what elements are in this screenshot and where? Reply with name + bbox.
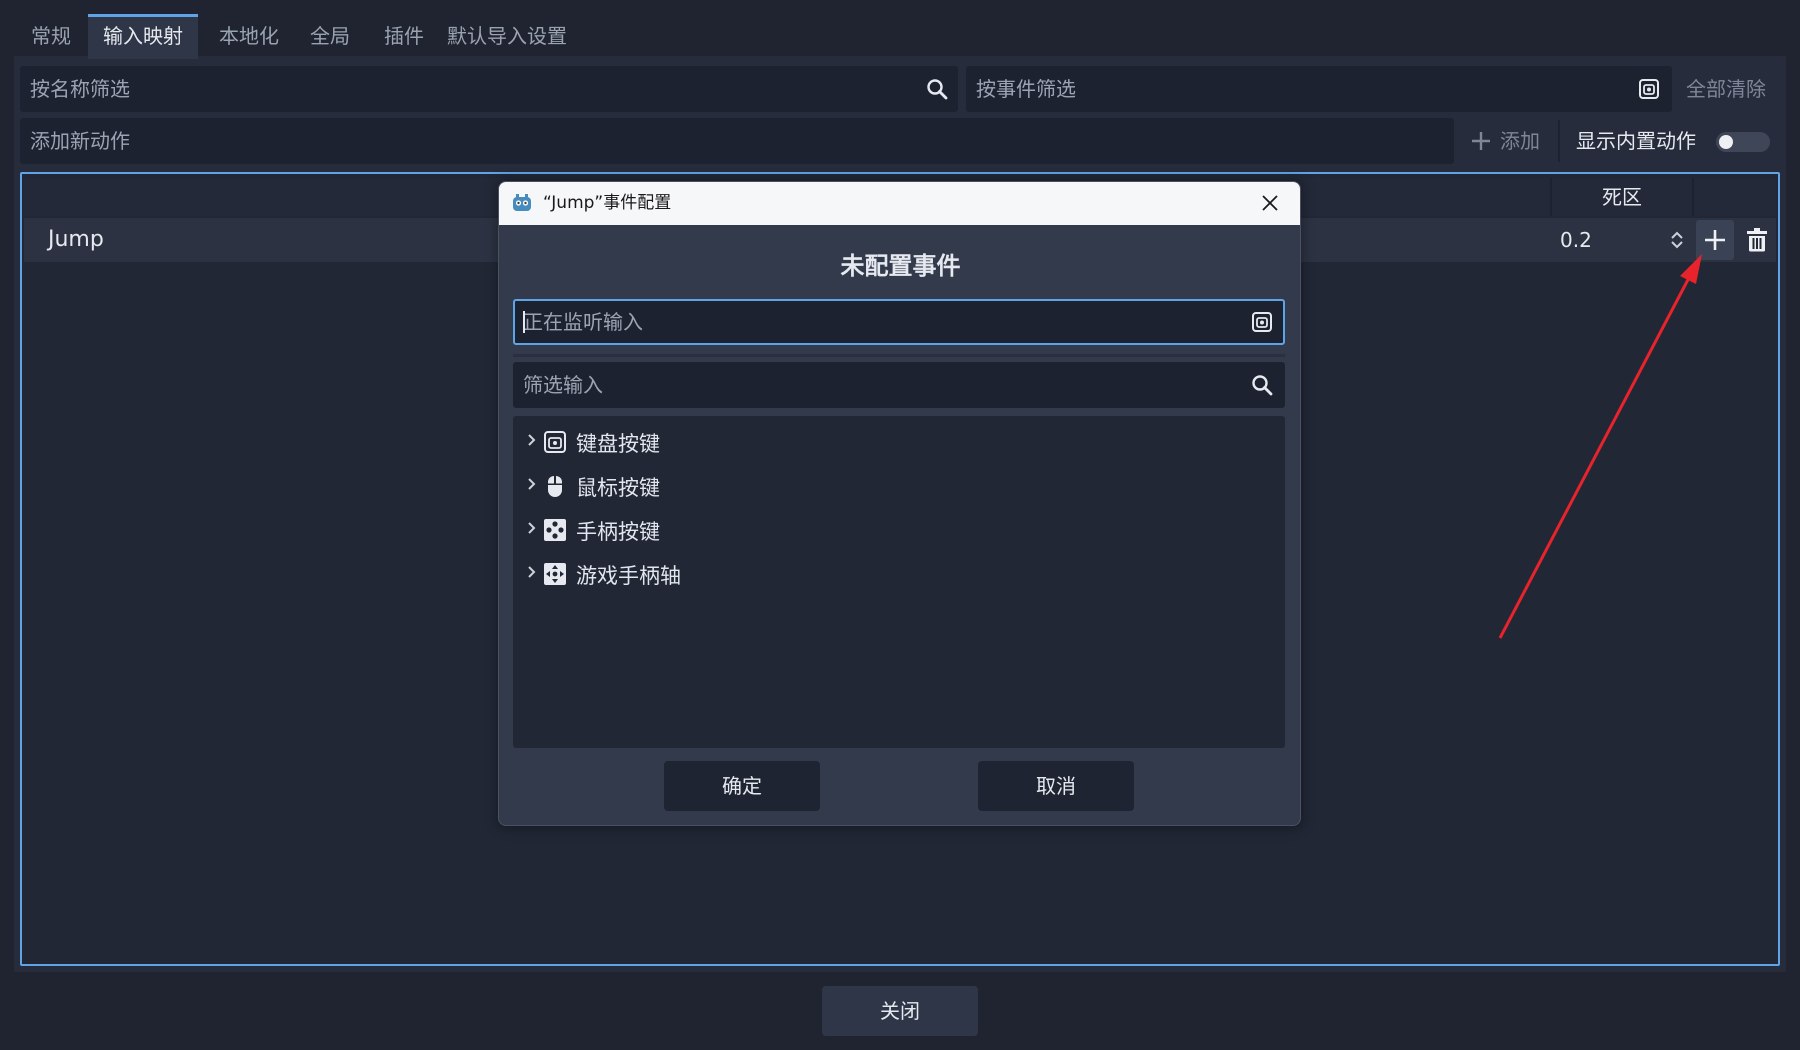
remove-action-button[interactable] [1740,220,1774,260]
tab-input-map[interactable]: 输入映射 [88,14,198,59]
toggle-knob [1719,135,1733,149]
tree-item-label: 手柄按键 [576,520,660,544]
tree-item-joypad-axis[interactable]: 游戏手柄轴 [513,554,1283,594]
trash-icon [1747,228,1767,252]
filter-by-event-input[interactable]: 按事件筛选 [966,66,1672,112]
input-category-tree: 键盘按键 鼠标按键 手柄按键 游戏手柄轴 [513,416,1285,748]
chevron-right-icon[interactable] [525,560,539,584]
add-action-button[interactable]: 添加 [1470,118,1550,164]
tab-plugins[interactable]: 插件 [366,14,442,56]
keyboard-icon [544,431,566,453]
tab-bar: 常规 输入映射 本地化 全局 插件 默认导入设置 [14,14,1786,59]
dialog-title: “Jump”事件配置 [543,193,672,213]
dialog-titlebar: “Jump”事件配置 [499,182,1300,225]
tree-item-label: 键盘按键 [576,432,660,456]
gamepad-button-icon [544,519,566,541]
filter-by-name-input[interactable]: 按名称筛选 [20,66,958,112]
add-action-label: 添加 [1500,129,1540,153]
chevron-right-icon[interactable] [525,472,539,496]
tree-item-label: 鼠标按键 [576,476,660,500]
keyboard-listen-icon[interactable] [1638,78,1660,100]
spin-arrows-icon[interactable] [1670,230,1684,250]
action-name: Jump [48,227,104,252]
ok-button[interactable]: 确定 [664,761,820,811]
filter-by-name-placeholder: 按名称筛选 [30,77,130,101]
search-icon [927,79,948,100]
cancel-button[interactable]: 取消 [978,761,1134,811]
tree-item-label: 游戏手柄轴 [576,564,681,588]
tab-localization[interactable]: 本地化 [204,14,294,56]
column-divider [1692,178,1694,216]
close-icon[interactable] [1261,194,1279,212]
event-config-dialog: “Jump”事件配置 未配置事件 正在监听输入 筛选输入 键盘按键 鼠标按键 手… [498,181,1301,826]
new-action-placeholder: 添加新动作 [30,129,130,153]
chevron-right-icon[interactable] [525,516,539,540]
text-caret [523,311,525,333]
separator [513,354,1285,357]
filter-inputs-input[interactable]: 筛选输入 [513,362,1285,408]
filter-inputs-placeholder: 筛选输入 [523,373,603,397]
deadzone-header: 死区 [1602,185,1642,209]
tree-item-keyboard[interactable]: 键盘按键 [513,422,1283,462]
chevron-right-icon[interactable] [525,428,539,452]
plus-icon [1705,230,1725,250]
new-action-input[interactable]: 添加新动作 [20,118,1454,164]
gamepad-axis-icon [544,563,566,585]
tab-import-defaults[interactable]: 默认导入设置 [442,14,572,56]
listen-placeholder: 正在监听输入 [523,310,643,334]
search-icon [1252,375,1273,396]
separator [1558,120,1560,162]
listen-input[interactable]: 正在监听输入 [513,299,1285,345]
show-builtin-toggle[interactable] [1716,132,1770,152]
deadzone-value: 0.2 [1560,228,1592,252]
tab-globals[interactable]: 全局 [294,14,366,56]
deadzone-spinbox[interactable]: 0.2 [1560,218,1694,262]
tab-general[interactable]: 常规 [14,14,88,56]
keyboard-listen-icon[interactable] [1251,311,1273,333]
godot-icon [513,194,531,211]
tree-item-joypad-button[interactable]: 手柄按键 [513,510,1283,550]
clear-all-button[interactable]: 全部清除 [1686,66,1778,112]
add-event-button[interactable] [1696,220,1734,260]
filter-by-event-placeholder: 按事件筛选 [976,77,1076,101]
mouse-icon [548,476,562,497]
plus-icon [1472,132,1490,150]
tree-item-mouse[interactable]: 鼠标按键 [513,466,1283,506]
show-builtin-label: 显示内置动作 [1576,129,1696,153]
dialog-heading: 未配置事件 [840,252,961,280]
close-button[interactable]: 关闭 [822,986,978,1036]
